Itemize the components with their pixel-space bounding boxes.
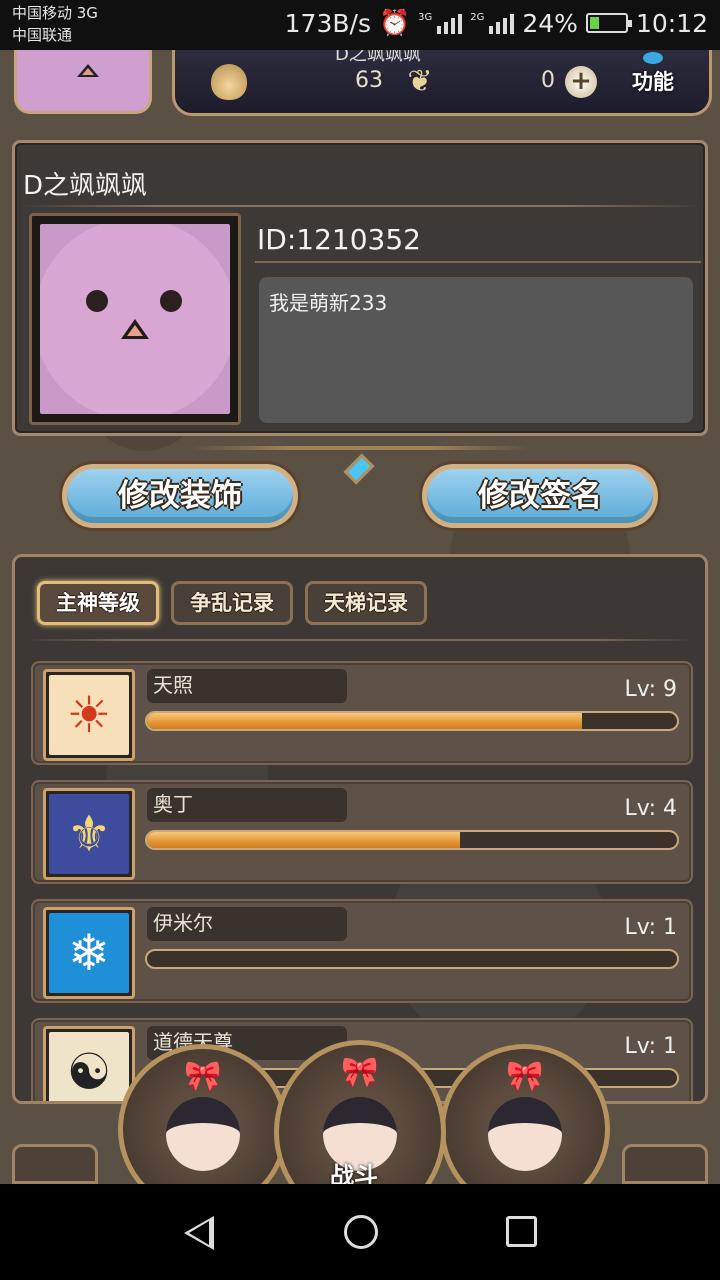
game-screen: D之飒飒飒 63 ❦ 0 + 功能 D之飒飒飒 ID:1210352 我是萌新2…	[0, 50, 720, 1184]
records-panel: 主神等级 争乱记录 天梯记录 ☀ 天照 Lv: 9 ⚜ 奥丁 Lv: 4 ❄ 伊…	[12, 554, 708, 1104]
resource-2-count: 0	[541, 68, 555, 93]
divider	[255, 261, 701, 263]
god-name: 伊米尔	[147, 907, 347, 941]
edit-decoration-button[interactable]: 修改装饰	[62, 464, 298, 528]
player-id: ID:1210352	[257, 223, 421, 256]
god-level: Lv: 1	[624, 915, 677, 940]
orb-icon	[643, 52, 663, 64]
clock: 10:12	[635, 8, 708, 38]
odin-wings-icon: ⚜	[43, 788, 135, 880]
tab-ladder-record[interactable]: 天梯记录	[305, 581, 427, 625]
god-level-list: ☀ 天照 Lv: 9 ⚜ 奥丁 Lv: 4 ❄ 伊米尔 Lv: 1 ☯ 道德天尊…	[31, 661, 693, 1101]
nav-right-button[interactable]	[622, 1144, 708, 1184]
ymir-icon: ❄	[43, 907, 135, 999]
battle-label: 战斗	[330, 1162, 378, 1184]
network-speed: 173B/s	[284, 8, 371, 38]
character-face	[488, 1097, 562, 1171]
add-resource-button[interactable]: +	[565, 66, 597, 98]
carrier-1: 中国移动 3G	[12, 4, 98, 22]
level-progress-bar	[145, 711, 679, 731]
bow-icon: 🎀	[341, 1055, 379, 1091]
top-avatar[interactable]	[14, 50, 152, 114]
bow-icon: 🎀	[184, 1058, 222, 1094]
sun-icon: ☀	[43, 669, 135, 761]
god-name: 天照	[147, 669, 347, 703]
avatar	[40, 224, 230, 414]
battery-percent: 24%	[522, 8, 578, 38]
spirit-icon	[211, 64, 247, 100]
recents-icon[interactable]	[506, 1216, 537, 1247]
profile-card: D之飒飒飒 ID:1210352 我是萌新233	[12, 140, 708, 436]
eye-icon	[86, 290, 108, 312]
god-level: Lv: 4	[624, 796, 677, 821]
function-label: 功能	[632, 70, 674, 94]
alarm-icon: ⏰	[378, 8, 411, 37]
tab-chaos-record[interactable]: 争乱记录	[171, 581, 293, 625]
resource-1-count: 63	[355, 68, 383, 93]
record-tabs: 主神等级 争乱记录 天梯记录	[37, 581, 427, 625]
bow-icon: 🎀	[506, 1058, 544, 1094]
back-icon[interactable]	[184, 1216, 214, 1250]
god-level: Lv: 1	[624, 1034, 677, 1059]
nickname: D之飒飒飒	[23, 171, 148, 201]
status-bar: 中国移动 3G 中国联通 173B/s ⏰ 3G 2G 24% 10:12	[0, 0, 720, 50]
signature-box: 我是萌新233	[259, 277, 693, 423]
avatar-frame[interactable]	[29, 213, 241, 425]
list-item[interactable]: ☀ 天照 Lv: 9	[31, 661, 693, 765]
level-progress-bar	[145, 830, 679, 850]
signal-2g-icon: 2G	[470, 12, 515, 34]
nav-left-button[interactable]	[12, 1144, 98, 1184]
god-level: Lv: 9	[624, 677, 677, 702]
divider	[25, 639, 695, 641]
carrier-2: 中国联通	[12, 26, 73, 44]
butterfly-icon: ❦	[407, 64, 433, 99]
edit-signature-button[interactable]: 修改签名	[422, 464, 658, 528]
system-nav-bar	[0, 1184, 720, 1280]
level-progress-bar	[145, 949, 679, 969]
home-icon[interactable]	[344, 1215, 378, 1249]
tab-god-level[interactable]: 主神等级	[37, 581, 159, 625]
beak-icon	[121, 319, 149, 339]
god-name: 奥丁	[147, 788, 347, 822]
divider	[21, 205, 701, 207]
signal-3g-icon: 3G	[418, 12, 463, 34]
bottom-nav: 🎀 🎀 🎀 战斗	[0, 1040, 720, 1184]
battery-icon	[585, 13, 632, 33]
function-button[interactable]: 功能	[623, 52, 683, 104]
gem-icon	[343, 453, 375, 485]
list-item[interactable]: ❄ 伊米尔 Lv: 1	[31, 899, 693, 1003]
list-item[interactable]: ⚜ 奥丁 Lv: 4	[31, 780, 693, 884]
beak-icon	[77, 64, 99, 77]
eye-icon	[160, 290, 182, 312]
resource-panel: D之飒飒飒 63 ❦ 0 + 功能	[172, 50, 712, 116]
top-bar: D之飒飒飒 63 ❦ 0 + 功能	[0, 50, 720, 122]
character-face	[166, 1097, 240, 1171]
